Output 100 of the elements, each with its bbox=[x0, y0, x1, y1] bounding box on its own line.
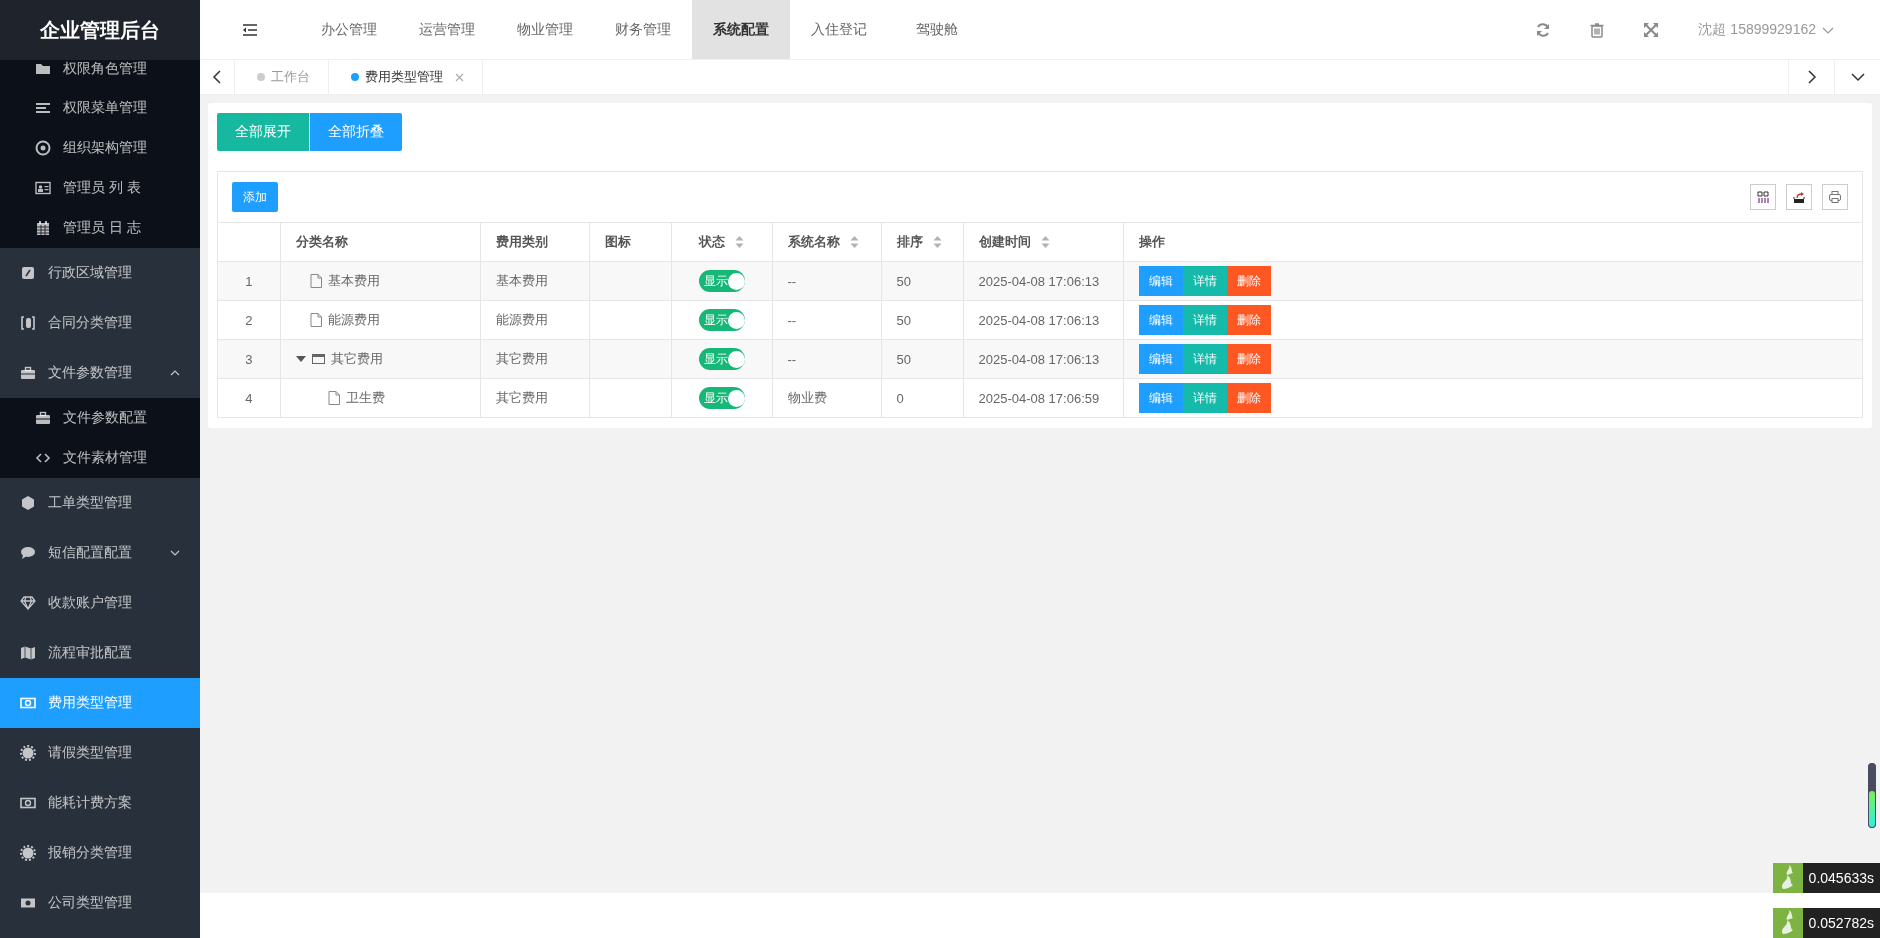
row-number: 2 bbox=[245, 312, 253, 328]
chevron-left-icon bbox=[212, 70, 222, 84]
sidebar-item[interactable]: 流程审批配置 bbox=[0, 628, 200, 678]
print-button[interactable] bbox=[1822, 184, 1848, 210]
sidebar-item[interactable]: 报销分类管理 bbox=[0, 828, 200, 878]
sidebar-item[interactable]: 短信配置配置 bbox=[0, 528, 200, 578]
list-icon bbox=[35, 100, 51, 116]
app-logo-title: 企业管理后台 bbox=[0, 0, 200, 60]
delete-button[interactable]: 删除 bbox=[1226, 383, 1271, 413]
table-cell: -- bbox=[787, 312, 797, 328]
tab-dot-icon bbox=[257, 73, 265, 81]
calendar-icon bbox=[35, 220, 51, 236]
window-icon bbox=[311, 353, 325, 365]
nav-tab[interactable]: 财务管理 bbox=[594, 0, 692, 59]
refresh-icon bbox=[1535, 21, 1552, 38]
chevron-down-icon bbox=[1850, 72, 1865, 82]
table-cell: -- bbox=[787, 273, 797, 289]
sidebar-item[interactable]: 收款账户管理 bbox=[0, 578, 200, 628]
briefcase-icon bbox=[20, 365, 36, 381]
column-header: 分类名称 bbox=[295, 233, 348, 251]
table-cell: 能源费用 bbox=[495, 312, 548, 327]
sort-icon[interactable] bbox=[735, 235, 744, 249]
table-cell: 50 bbox=[896, 273, 911, 289]
columns-icon bbox=[1756, 190, 1770, 204]
sidebar-item[interactable]: 公司类型管理 bbox=[0, 878, 200, 928]
export-button[interactable] bbox=[1786, 184, 1812, 210]
nav-tab[interactable]: 驾驶舱 bbox=[888, 0, 986, 59]
flame-logo-icon bbox=[1772, 908, 1803, 938]
sidebar-item[interactable]: 工单类型管理 bbox=[0, 478, 200, 528]
sidebar-item[interactable]: 文件素材管理 bbox=[0, 438, 200, 478]
document-icon bbox=[327, 390, 340, 405]
sidebar-item[interactable]: 权限角色管理 bbox=[0, 60, 200, 88]
table-cell: 50 bbox=[896, 351, 911, 367]
tab-dot-icon bbox=[351, 73, 359, 81]
trash-icon bbox=[1589, 21, 1606, 38]
sidebar-item[interactable]: 行政区域管理 bbox=[0, 248, 200, 298]
timing-badge: 0.052782s bbox=[1802, 908, 1880, 938]
sidebar-item[interactable]: 合同分类管理 bbox=[0, 298, 200, 348]
chevron-right-icon bbox=[1806, 70, 1817, 84]
column-header: 排序 bbox=[896, 233, 923, 251]
nav-tab[interactable]: 物业管理 bbox=[496, 0, 594, 59]
delete-button[interactable]: 删除 bbox=[1226, 344, 1271, 374]
id-card-icon bbox=[35, 180, 51, 196]
sort-icon[interactable] bbox=[1040, 235, 1050, 249]
banknote-icon bbox=[20, 695, 36, 711]
table-cell: 0 bbox=[896, 390, 904, 406]
print-icon bbox=[1828, 190, 1842, 204]
column-header: 系统名称 bbox=[787, 233, 840, 251]
column-header: 操作 bbox=[1138, 233, 1165, 251]
sidebar-item[interactable]: 请假类型管理 bbox=[0, 728, 200, 778]
column-header: 图标 bbox=[604, 233, 631, 251]
nav-tab[interactable]: 运营管理 bbox=[398, 0, 496, 59]
category-name: 基本费用 bbox=[327, 271, 380, 290]
row-number: 1 bbox=[245, 273, 253, 289]
sidebar-item[interactable]: 管理员 列 表 bbox=[0, 168, 200, 208]
delete-button[interactable]: 删除 bbox=[1226, 266, 1271, 296]
sidebar-item[interactable]: 能耗计费方案 bbox=[0, 778, 200, 828]
close-icon bbox=[455, 72, 464, 82]
table-cell: 50 bbox=[896, 312, 911, 328]
nav-tab[interactable]: 办公管理 bbox=[300, 0, 398, 59]
nav-tab[interactable]: 系统配置 bbox=[692, 0, 790, 59]
export-icon bbox=[1792, 190, 1806, 204]
gauge-drawing bbox=[1868, 763, 1876, 828]
table-cell: 2025-04-08 17:06:13 bbox=[978, 351, 1100, 367]
row-number: 4 bbox=[245, 390, 253, 406]
map-icon bbox=[20, 645, 36, 661]
soccer-ball-icon bbox=[35, 140, 51, 156]
sort-icon[interactable] bbox=[932, 235, 942, 249]
diamond-icon bbox=[20, 595, 36, 611]
column-header: 费用类别 bbox=[495, 233, 548, 251]
table-cell: 2025-04-08 17:06:13 bbox=[978, 312, 1100, 328]
document-icon bbox=[309, 273, 322, 288]
category-name: 其它费用 bbox=[330, 350, 383, 368]
table-cell: 基本费用 bbox=[495, 273, 548, 288]
columns-button[interactable] bbox=[1750, 184, 1776, 210]
delete-button[interactable]: 删除 bbox=[1226, 305, 1271, 335]
sidebar-item[interactable]: 组织架构管理 bbox=[0, 128, 200, 168]
sidebar-item[interactable]: 管理员 日 志 bbox=[0, 208, 200, 248]
table-cell: 物业费 bbox=[787, 390, 827, 405]
table-cell: 其它费用 bbox=[495, 390, 548, 405]
gear-icon bbox=[20, 745, 36, 761]
category-name: 卫生费 bbox=[345, 388, 385, 407]
gear-icon bbox=[20, 845, 36, 861]
chat-bubble-icon bbox=[20, 545, 36, 561]
row-number: 3 bbox=[245, 351, 253, 367]
fullscreen-icon bbox=[1643, 21, 1660, 38]
table-cell: 2025-04-08 17:06:13 bbox=[978, 273, 1100, 289]
sidebar-item[interactable]: 文件参数配置 bbox=[0, 398, 200, 438]
menu-icon bbox=[242, 22, 258, 37]
table-cell: 2025-04-08 17:06:59 bbox=[978, 390, 1100, 406]
column-header: 创建时间 bbox=[978, 233, 1031, 251]
timing-badge: 0.045633s bbox=[1802, 863, 1880, 893]
table-cell: 其它费用 bbox=[495, 351, 548, 366]
sidebar-item[interactable]: 文件参数管理 bbox=[0, 348, 200, 398]
nav-tab[interactable]: 入住登记 bbox=[790, 0, 888, 59]
sort-icon[interactable] bbox=[849, 235, 859, 249]
table-cell: -- bbox=[787, 351, 797, 367]
sidebar-item[interactable]: 权限菜单管理 bbox=[0, 88, 200, 128]
caret-down-icon[interactable] bbox=[295, 354, 306, 364]
briefcase-icon bbox=[35, 410, 51, 426]
